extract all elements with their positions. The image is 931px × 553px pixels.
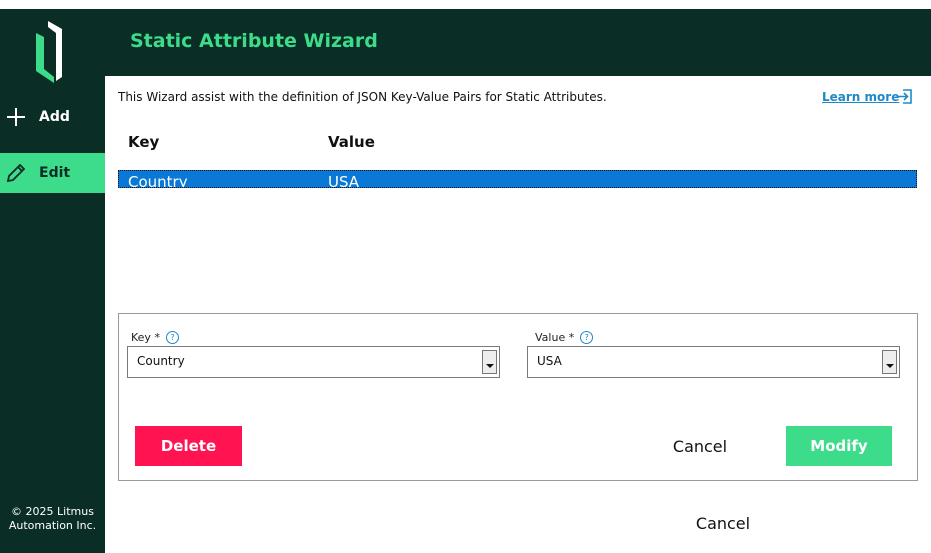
row-key-cell: Country — [128, 173, 188, 188]
delete-button[interactable]: Delete — [135, 426, 242, 466]
sidebar: Add Edit © 2025 Litmus Automation Inc. — [0, 9, 105, 553]
external-link-icon[interactable] — [896, 88, 913, 105]
modify-button[interactable]: Modify — [786, 426, 892, 466]
cancel-button[interactable]: Cancel — [655, 426, 745, 466]
plus-icon — [5, 106, 27, 128]
value-help-icon[interactable]: ? — [580, 331, 594, 344]
value-field-label-group: Value * ? — [535, 331, 594, 344]
copyright: © 2025 Litmus Automation Inc. — [0, 505, 105, 533]
value-select[interactable]: USA — [527, 346, 900, 378]
key-help-icon[interactable]: ? — [165, 331, 179, 344]
key-select[interactable]: Country — [127, 346, 500, 378]
top-strip — [0, 0, 931, 9]
copyright-line-2: Automation Inc. — [8, 519, 97, 532]
value-label: Value * — [535, 331, 575, 344]
column-header-value: Value — [328, 133, 375, 151]
sidebar-item-add[interactable]: Add — [0, 97, 105, 137]
sidebar-item-label: Edit — [39, 165, 71, 181]
copyright-line-1: © 2025 Litmus — [11, 505, 94, 518]
key-field-label-group: Key * ? — [131, 331, 179, 344]
edit-panel: Key * ? Country Value * ? USA Delete Can… — [118, 313, 918, 481]
learn-more-link[interactable]: Learn more — [822, 90, 899, 104]
table-row[interactable]: Country USA — [118, 170, 917, 188]
page-title: Static Attribute Wizard — [130, 30, 378, 52]
value-dropdown-arrow-icon[interactable] — [882, 350, 897, 374]
sidebar-item-label: Add — [39, 109, 70, 125]
value-select-value: USA — [537, 354, 562, 368]
key-select-value: Country — [137, 354, 185, 368]
sidebar-item-edit[interactable]: Edit — [0, 153, 105, 193]
header: Static Attribute Wizard — [105, 9, 931, 76]
key-dropdown-arrow-icon[interactable] — [482, 350, 497, 374]
pencil-icon — [5, 162, 27, 184]
column-header-key: Key — [128, 133, 160, 151]
wizard-cancel-button[interactable]: Cancel — [680, 506, 766, 540]
row-value-cell: USA — [328, 173, 360, 188]
intro-text: This Wizard assist with the definition o… — [118, 90, 607, 104]
litmus-logo — [36, 21, 62, 83]
key-label: Key * — [131, 331, 160, 344]
